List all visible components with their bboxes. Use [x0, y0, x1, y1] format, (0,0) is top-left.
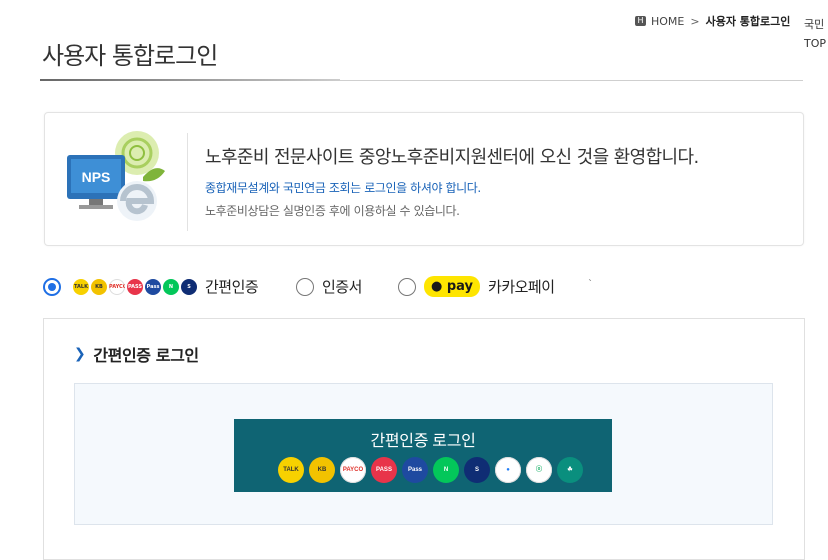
breadcrumb: H HOME > 사용자 통합로그인: [635, 13, 790, 29]
welcome-notice-login: 종합재무설계와 국민연금 조회는 로그인을 하셔야 합니다.: [205, 181, 481, 195]
option-simple-auth[interactable]: TALK KB PAYCO PASS Pass N S 간편인증: [43, 276, 259, 297]
kb-icon: KB: [309, 457, 335, 483]
toss-icon: ●: [495, 457, 521, 483]
option-kakaopay[interactable]: ● pay 카카오페이: [398, 276, 555, 297]
radio-simple-auth[interactable]: [43, 277, 61, 296]
button-provider-icons: TALK KB PAYCO PASS Pass N S ● ⓞ ☘: [278, 457, 588, 483]
home-icon[interactable]: H: [635, 16, 646, 26]
welcome-box: NPS 노후준비 전문사이트 중앙노후준비지원센터에 오신 것을 환영합니다. …: [44, 112, 804, 246]
option-label-certificate: 인증서: [322, 278, 362, 296]
option-tick-mark: `: [588, 279, 593, 290]
pass-icon: PASS: [127, 278, 143, 295]
samsung-pass-icon: Pass: [402, 457, 428, 483]
hana-icon: ☘: [557, 457, 583, 483]
payco-icon: PAYCO: [109, 278, 125, 295]
option-label-kakaopay: 카카오페이: [488, 278, 555, 296]
simple-auth-login-button[interactable]: 간편인증 로그인 TALK KB PAYCO PASS Pass N S ● ⓞ ☘: [234, 419, 612, 492]
kakao-bubble-icon: ●: [431, 279, 443, 294]
naver-icon: N: [433, 457, 459, 483]
radio-certificate[interactable]: [296, 277, 314, 296]
chevron-right-icon: ❯: [74, 346, 86, 362]
pass-icon: PASS: [371, 457, 397, 483]
kakaopay-badge-text: pay: [446, 279, 474, 294]
page-title: 사용자 통합로그인: [42, 42, 218, 70]
logo-text: NPS: [82, 169, 111, 185]
naver-icon: N: [163, 278, 179, 295]
simple-auth-provider-icons: TALK KB PAYCO PASS Pass N S: [71, 278, 197, 295]
simple-auth-panel: ❯ 간편인증 로그인 간편인증 로그인 TALK KB PAYCO PASS Pass N…: [43, 318, 805, 560]
welcome-notice-consult: 노후준비상담은 실명인증 후에 이용하실 수 있습니다.: [205, 204, 460, 218]
title-accent-line: [40, 79, 340, 81]
payco-icon: PAYCO: [340, 457, 366, 483]
bank-icon: ⓞ: [526, 457, 552, 483]
side-links: 국민 TOP: [804, 15, 826, 53]
shinhan-icon: S: [181, 278, 197, 295]
welcome-divider: [187, 133, 188, 231]
breadcrumb-current: 사용자 통합로그인: [705, 15, 791, 28]
side-link-first[interactable]: 국민: [804, 15, 826, 34]
radio-kakaopay[interactable]: [398, 277, 416, 296]
talk-icon: TALK: [278, 457, 304, 483]
shinhan-icon: S: [464, 457, 490, 483]
samsung-pass-icon: Pass: [145, 278, 161, 295]
breadcrumb-home[interactable]: HOME: [651, 15, 684, 28]
panel-heading: ❯ 간편인증 로그인: [74, 342, 199, 366]
talk-icon: TALK: [73, 278, 89, 295]
kb-icon: KB: [91, 278, 107, 295]
nps-logo-icon: NPS: [67, 131, 165, 221]
button-label: 간편인증 로그인: [370, 433, 476, 450]
kakaopay-badge: ● pay: [424, 276, 481, 297]
panel-inner-box: 간편인증 로그인 TALK KB PAYCO PASS Pass N S ● ⓞ ☘: [74, 383, 773, 525]
option-label-simple-auth: 간편인증: [205, 278, 259, 296]
panel-title: 간편인증 로그인: [93, 346, 199, 365]
breadcrumb-separator-icon: >: [690, 14, 700, 28]
welcome-message: 노후준비 전문사이트 중앙노후준비지원센터에 오신 것을 환영합니다.: [205, 147, 699, 168]
top-link[interactable]: TOP: [804, 34, 826, 53]
option-certificate[interactable]: 인증서: [296, 276, 362, 297]
